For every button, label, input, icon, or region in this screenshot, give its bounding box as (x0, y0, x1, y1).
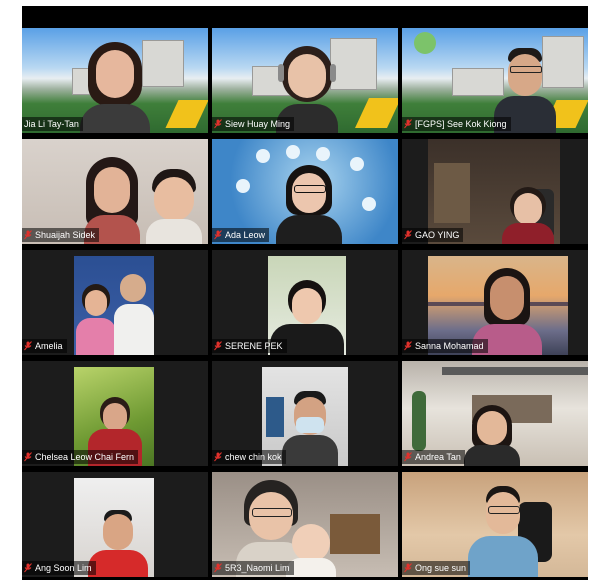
participant-name: Amelia (35, 341, 63, 351)
participant-name-label: Jia Li Tay-Tan (22, 117, 83, 131)
participant-name-label: 5R3_Naomi Lim (212, 561, 294, 575)
participant-video (146, 169, 202, 244)
participant-name-label: chew chin kok (212, 450, 286, 464)
participant-name: Sanna Mohamad (415, 341, 484, 351)
mic-muted-icon (404, 230, 412, 240)
participant-name-label: Chelsea Leow Chai Fern (22, 450, 139, 464)
mic-muted-icon (24, 341, 32, 351)
video-tile[interactable]: 5R3_Naomi Lim (212, 472, 398, 577)
participant-video (468, 486, 538, 577)
video-tile[interactable]: [FGPS] See Kok Kiong (402, 28, 588, 133)
video-tile[interactable]: Siew Huay Ming (212, 28, 398, 133)
participant-video (282, 391, 338, 466)
participant-name: Ada Leow (225, 230, 266, 240)
participant-name: SERENE PEK (225, 341, 283, 351)
mic-muted-icon (214, 563, 222, 573)
mic-muted-icon (24, 452, 32, 462)
mic-muted-icon (214, 341, 222, 351)
participant-name-label: Ada Leow (212, 228, 270, 242)
participant-name-label: Ong sue sun (402, 561, 471, 575)
video-tile[interactable]: Amelia (22, 250, 208, 355)
participant-video (80, 34, 150, 133)
mic-muted-icon (404, 563, 412, 573)
participant-name-label: Ang Soon Lim (22, 561, 96, 575)
video-tile[interactable]: Andrea Tan (402, 361, 588, 466)
mic-muted-icon (404, 341, 412, 351)
participant-name-label: Sanna Mohamad (402, 339, 488, 353)
participant-name: Chelsea Leow Chai Fern (35, 452, 135, 462)
participant-video (88, 510, 148, 577)
participant-name: Ong sue sun (415, 563, 467, 573)
mic-muted-icon (404, 452, 412, 462)
participant-video (114, 274, 154, 355)
video-tile[interactable]: Sanna Mohamad (402, 250, 588, 355)
mic-muted-icon (214, 452, 222, 462)
participant-video (464, 405, 520, 466)
mic-muted-icon (24, 230, 32, 240)
video-tile[interactable]: GAO YING (402, 139, 588, 244)
participant-name-label: Andrea Tan (402, 450, 465, 464)
participant-name-label: SERENE PEK (212, 339, 287, 353)
video-tile[interactable]: chew chin kok (212, 361, 398, 466)
mic-muted-icon (214, 230, 222, 240)
mic-muted-icon (24, 563, 32, 573)
video-tile[interactable]: Ada Leow (212, 139, 398, 244)
participant-name-label: Siew Huay Ming (212, 117, 295, 131)
participant-name: Andrea Tan (415, 452, 461, 462)
participant-name: Ang Soon Lim (35, 563, 92, 573)
participant-name: GAO YING (415, 230, 460, 240)
participant-name-label: [FGPS] See Kok Kiong (402, 117, 511, 131)
participant-video (502, 187, 554, 244)
mic-muted-icon (404, 119, 412, 129)
video-tile[interactable]: SERENE PEK (212, 250, 398, 355)
video-tile[interactable]: Ong sue sun (402, 472, 588, 577)
participant-name: Jia Li Tay-Tan (24, 119, 79, 129)
video-tile[interactable]: Shuaijah Sidek (22, 139, 208, 244)
participant-name: Shuaijah Sidek (35, 230, 96, 240)
participant-name-label: Shuaijah Sidek (22, 228, 100, 242)
video-tile[interactable]: Jia Li Tay-Tan (22, 28, 208, 133)
participant-video (76, 284, 116, 355)
participant-video (276, 165, 342, 244)
participant-name: [FGPS] See Kok Kiong (415, 119, 507, 129)
participant-name: 5R3_Naomi Lim (225, 563, 290, 573)
participant-name: chew chin kok (225, 452, 282, 462)
participant-name-label: Amelia (22, 339, 67, 353)
video-tile[interactable]: Chelsea Leow Chai Fern (22, 361, 208, 466)
participant-name-label: GAO YING (402, 228, 464, 242)
mic-muted-icon (214, 119, 222, 129)
gallery-view: Jia Li Tay-Tan Siew Huay Ming [FGPS] See… (22, 6, 588, 580)
participant-name: Siew Huay Ming (225, 119, 291, 129)
video-tile[interactable]: Ang Soon Lim (22, 472, 208, 577)
